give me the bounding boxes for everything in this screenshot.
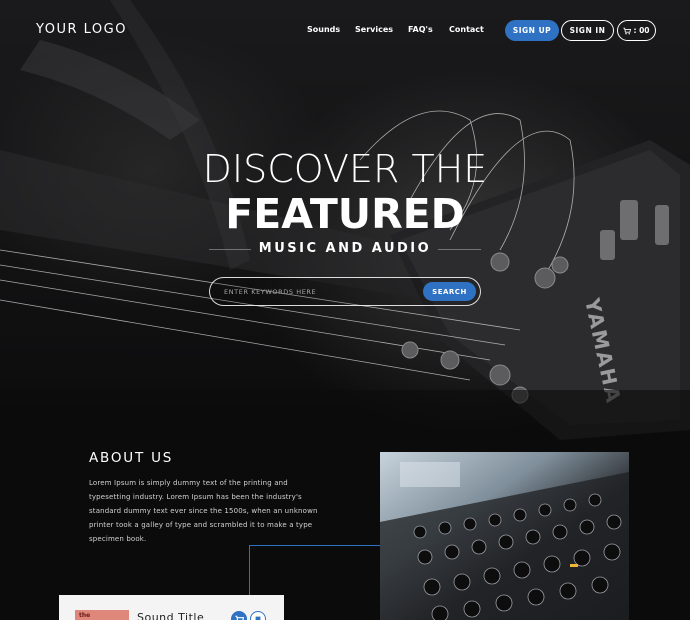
cart-count: : 00 bbox=[633, 26, 650, 35]
download-icon bbox=[255, 616, 261, 620]
add-to-cart-button[interactable] bbox=[231, 611, 247, 620]
nav-item-services[interactable]: Services bbox=[355, 25, 393, 34]
nav-item-faqs[interactable]: FAQ's bbox=[408, 25, 433, 34]
audio-mixer-image bbox=[380, 452, 629, 620]
cart-button[interactable]: : 00 bbox=[617, 20, 656, 41]
search-input[interactable] bbox=[224, 284, 414, 300]
about-body: Lorem Ipsum is simply dummy text of the … bbox=[89, 479, 318, 543]
site-logo[interactable]: YOUR LOGO bbox=[36, 22, 127, 37]
hero-subtitle: MUSIC AND AUDIO bbox=[258, 241, 432, 256]
sound-player-card[interactable]: the Sound Title bbox=[59, 595, 284, 620]
sign-in-button[interactable]: SIGN IN bbox=[561, 20, 614, 41]
sign-up-button[interactable]: SIGN UP bbox=[505, 20, 559, 41]
search-button[interactable]: SEARCH bbox=[423, 282, 476, 301]
sound-thumbnail: the bbox=[75, 610, 129, 620]
nav-item-contact[interactable]: Contact bbox=[449, 25, 484, 34]
thumbnail-text: the bbox=[79, 612, 91, 619]
about-title: ABOUT US bbox=[89, 450, 174, 466]
hero-title-line-1: DISCOVER THE bbox=[202, 147, 488, 191]
download-button[interactable] bbox=[250, 611, 266, 620]
sound-title: Sound Title bbox=[137, 611, 205, 620]
search-bar: SEARCH bbox=[209, 277, 481, 306]
cart-icon bbox=[623, 27, 632, 34]
hero-title-line-2: FEATURED bbox=[225, 190, 465, 238]
cart-icon bbox=[234, 615, 244, 620]
divider bbox=[438, 249, 481, 250]
nav-item-sounds[interactable]: Sounds bbox=[307, 25, 340, 34]
